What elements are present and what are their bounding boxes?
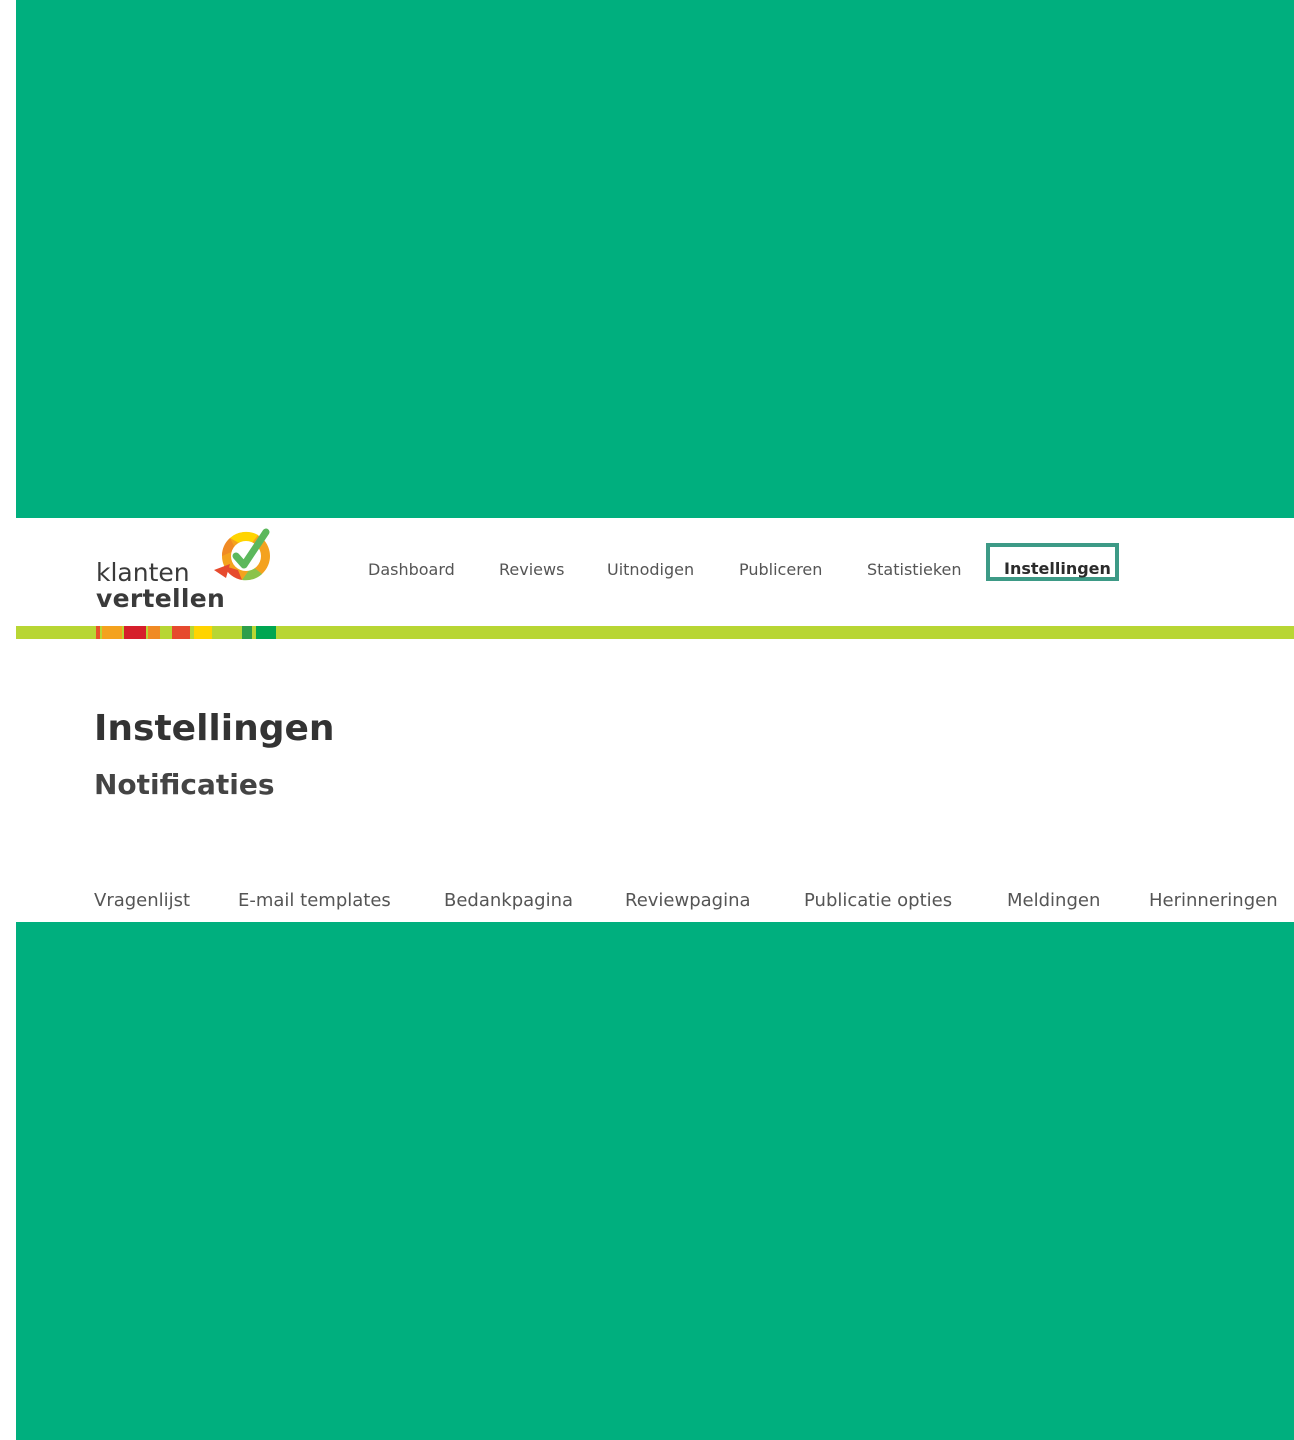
- subnav-vragenlijst[interactable]: Vragenlijst: [94, 892, 190, 910]
- subnav-herinneringen[interactable]: Herinneringen: [1149, 892, 1278, 910]
- subnav-publicatie-opties[interactable]: Publicatie opties: [804, 892, 952, 910]
- nav-instellingen-active[interactable]: Instellingen: [986, 543, 1119, 581]
- page-subtitle: Notificaties: [94, 768, 275, 801]
- background-top: [16, 0, 1294, 518]
- stripe-segment: [230, 626, 236, 639]
- nav-statistieken[interactable]: Statistieken: [867, 560, 962, 579]
- stripe-segment: [256, 626, 276, 639]
- logo-text-klanten: klanten: [96, 558, 190, 587]
- brand-logo[interactable]: klanten vertellen: [96, 526, 276, 622]
- nav-reviews[interactable]: Reviews: [499, 560, 564, 579]
- subnav-meldingen[interactable]: Meldingen: [1007, 892, 1100, 910]
- stripe-segment: [148, 626, 160, 639]
- stripe-segment: [96, 626, 100, 639]
- subnav-bedankpagina[interactable]: Bedankpagina: [444, 892, 573, 910]
- nav-publiceren[interactable]: Publiceren: [739, 560, 822, 579]
- stripe-segment: [124, 626, 146, 639]
- checkmark-badge-icon: [214, 528, 270, 581]
- page-title: Instellingen: [94, 708, 335, 749]
- subnav-email-templates[interactable]: E-mail templates: [238, 892, 391, 910]
- header-stripe: [16, 626, 1294, 639]
- screenshot-frame: klanten vertellen Dashboard Reviews Uitn…: [0, 0, 1294, 1440]
- app-panel: klanten vertellen Dashboard Reviews Uitn…: [16, 518, 1294, 922]
- subnav-reviewpagina[interactable]: Reviewpagina: [625, 892, 751, 910]
- stripe-segment: [102, 626, 122, 639]
- stripe-segment: [172, 626, 190, 639]
- nav-uitnodigen[interactable]: Uitnodigen: [607, 560, 694, 579]
- logo-text-vertellen: vertellen: [96, 584, 226, 613]
- stripe-segment: [242, 626, 252, 639]
- nav-dashboard[interactable]: Dashboard: [368, 560, 455, 579]
- background-bottom: [16, 922, 1294, 1440]
- stripe-segment: [194, 626, 212, 639]
